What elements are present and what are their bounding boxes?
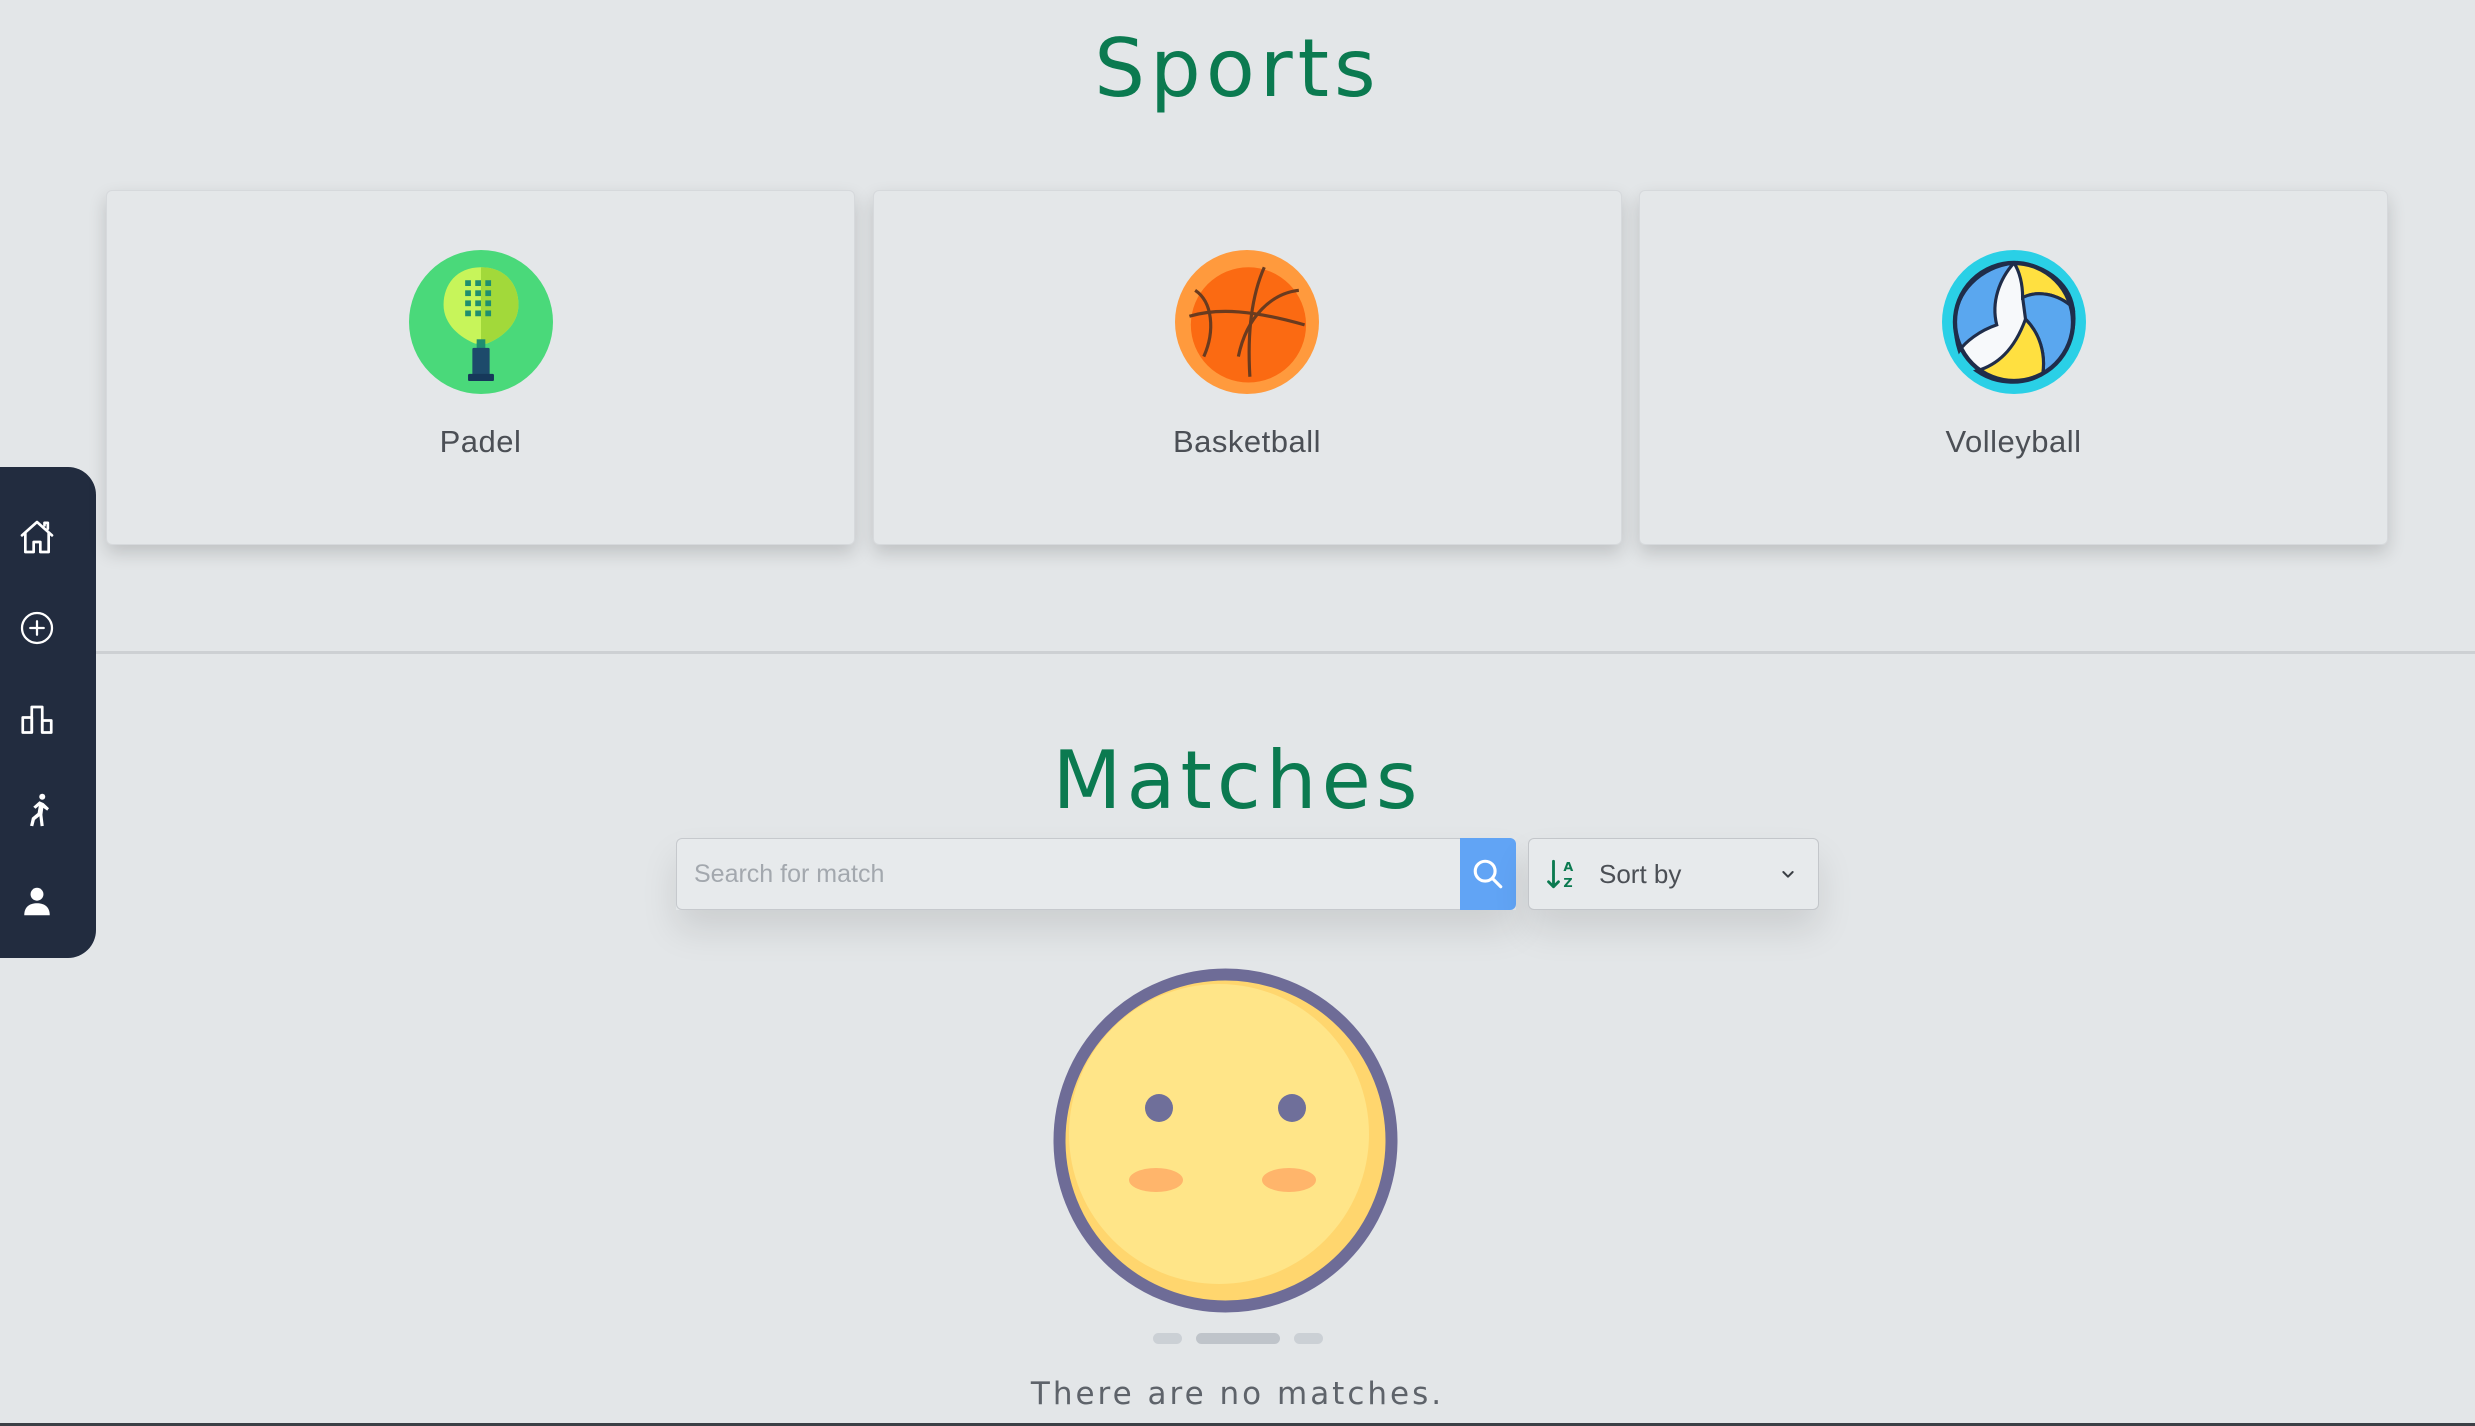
- empty-message: There are no matches.: [1030, 1376, 1445, 1412]
- svg-text:Z: Z: [1563, 876, 1572, 891]
- chevron-down-icon: [1782, 871, 1794, 878]
- sidebar: [0, 467, 96, 958]
- volleyball-icon: [1941, 250, 2086, 394]
- sort-select[interactable]: A Z Sort by: [1528, 838, 1819, 910]
- sidebar-item-profile[interactable]: [1, 867, 73, 934]
- sport-card-label: Volleyball: [1945, 424, 2082, 459]
- shadow-dot: [1152, 1333, 1182, 1344]
- sport-card-volleyball[interactable]: Volleyball: [1639, 190, 2388, 545]
- search-input[interactable]: [676, 838, 1460, 910]
- padel-racket-icon: [408, 250, 553, 394]
- matches-title: Matches: [1052, 734, 1423, 827]
- sort-az-icon: A Z: [1547, 859, 1573, 891]
- shadow-dot: [1195, 1333, 1280, 1344]
- svg-text:A: A: [1563, 860, 1573, 875]
- match-search: [676, 838, 1516, 910]
- sidebar-item-add[interactable]: [1, 594, 73, 661]
- profile-icon: [24, 887, 50, 915]
- basketball-icon: [1175, 250, 1319, 394]
- sort-label: Sort by: [1599, 858, 1682, 889]
- search-button[interactable]: [1460, 838, 1516, 910]
- sidebar-item-home[interactable]: [1, 503, 73, 570]
- add-circle-icon: [20, 611, 54, 644]
- sport-card-padel[interactable]: Padel: [106, 190, 855, 545]
- shadow-dot: [1293, 1333, 1323, 1344]
- section-divider: [96, 651, 2475, 654]
- sport-card-basketball[interactable]: Basketball: [872, 190, 1622, 545]
- sport-card-label: Basketball: [1172, 424, 1322, 459]
- sport-card-label: Padel: [439, 424, 522, 459]
- sports-title: Sports: [1094, 22, 1381, 115]
- home-icon: [20, 520, 54, 553]
- empty-face-illustration: [1053, 968, 1398, 1313]
- sports-cards: Padel Basketball Volleyball: [106, 190, 2388, 545]
- leaderboard-icon: [21, 705, 53, 734]
- search-icon: [1473, 859, 1503, 889]
- shadow-dots: [0, 1333, 2475, 1344]
